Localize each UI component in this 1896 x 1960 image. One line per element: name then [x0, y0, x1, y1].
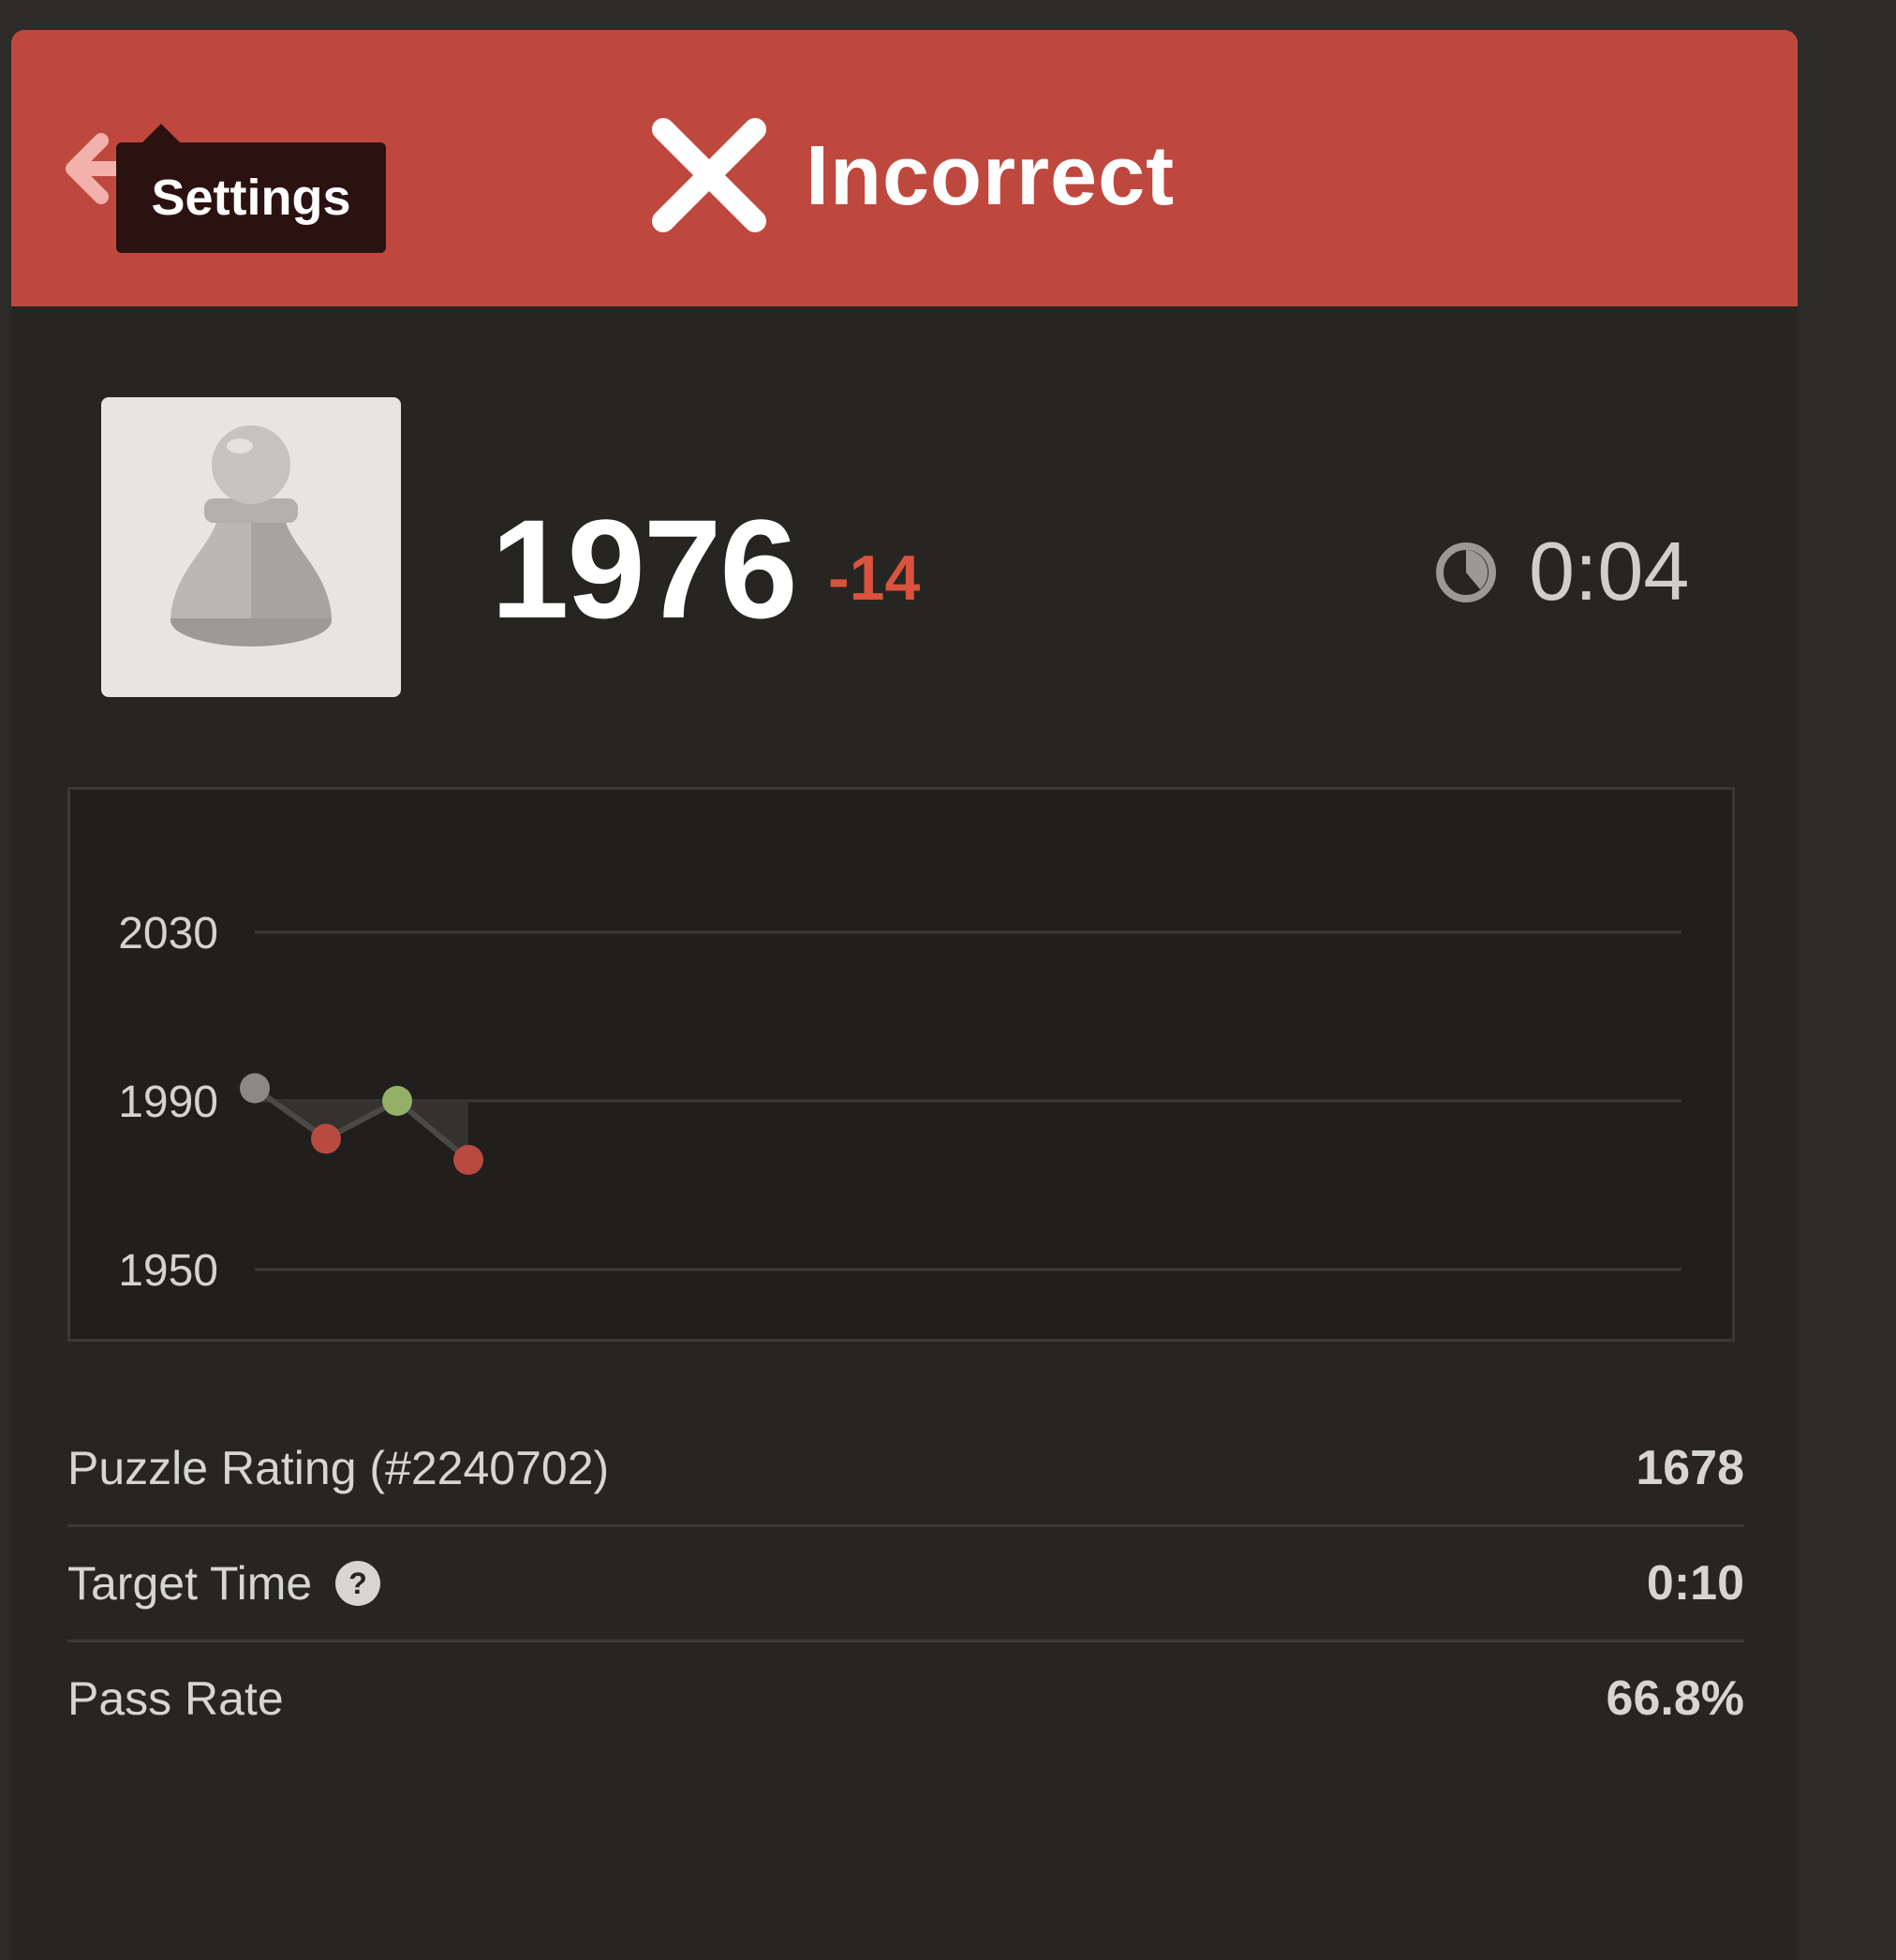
stat-label-container: Target Time ?: [67, 1556, 381, 1611]
svg-text:?: ?: [348, 1567, 367, 1600]
stat-value: 1678: [1636, 1441, 1744, 1495]
result-header: Settings Incorrect: [11, 30, 1798, 306]
stat-value: 66.8%: [1606, 1671, 1744, 1726]
y-tick-label: 2030: [118, 909, 218, 958]
clock-icon: [1436, 542, 1496, 602]
stat-row-puzzle-rating: Puzzle Rating (#2240702) 1678: [67, 1412, 1744, 1527]
data-point[interactable]: [240, 1073, 270, 1104]
question-icon[interactable]: ?: [334, 1560, 381, 1607]
stat-row-pass-rate: Pass Rate 66.8%: [67, 1642, 1744, 1755]
rating-change: -14: [828, 542, 921, 614]
stat-label: Target Time: [67, 1557, 313, 1610]
y-tick-label: 1990: [118, 1077, 218, 1127]
data-point[interactable]: [311, 1123, 341, 1154]
stat-label: Puzzle Rating (#2240702): [67, 1442, 610, 1494]
stat-row-target-time: Target Time ? 0:10: [67, 1527, 1744, 1642]
pawn-icon: [170, 425, 332, 646]
puzzle-result-panel: Settings Incorrect 1976 -14 0:04 2030 199…: [11, 30, 1798, 1960]
result-status: Incorrect: [806, 129, 1176, 223]
stat-label: Pass Rate: [67, 1672, 284, 1725]
puzzle-stats: Puzzle Rating (#2240702) 1678 Target Tim…: [67, 1412, 1744, 1755]
settings-tooltip: Settings: [116, 124, 386, 253]
rating-chart-svg: 2030 1990 1950: [118, 909, 1681, 1296]
x-icon: [652, 118, 766, 232]
series-area: [255, 1088, 468, 1160]
data-point[interactable]: [382, 1086, 412, 1116]
rating-chart: 2030 1990 1950: [67, 787, 1735, 1342]
avatar: [101, 397, 401, 697]
player-rating: 1976: [491, 490, 798, 647]
y-tick-label: 1950: [118, 1246, 218, 1296]
stat-value: 0:10: [1646, 1556, 1744, 1611]
data-point[interactable]: [453, 1145, 483, 1175]
solve-timer: 0:04: [1529, 525, 1690, 617]
